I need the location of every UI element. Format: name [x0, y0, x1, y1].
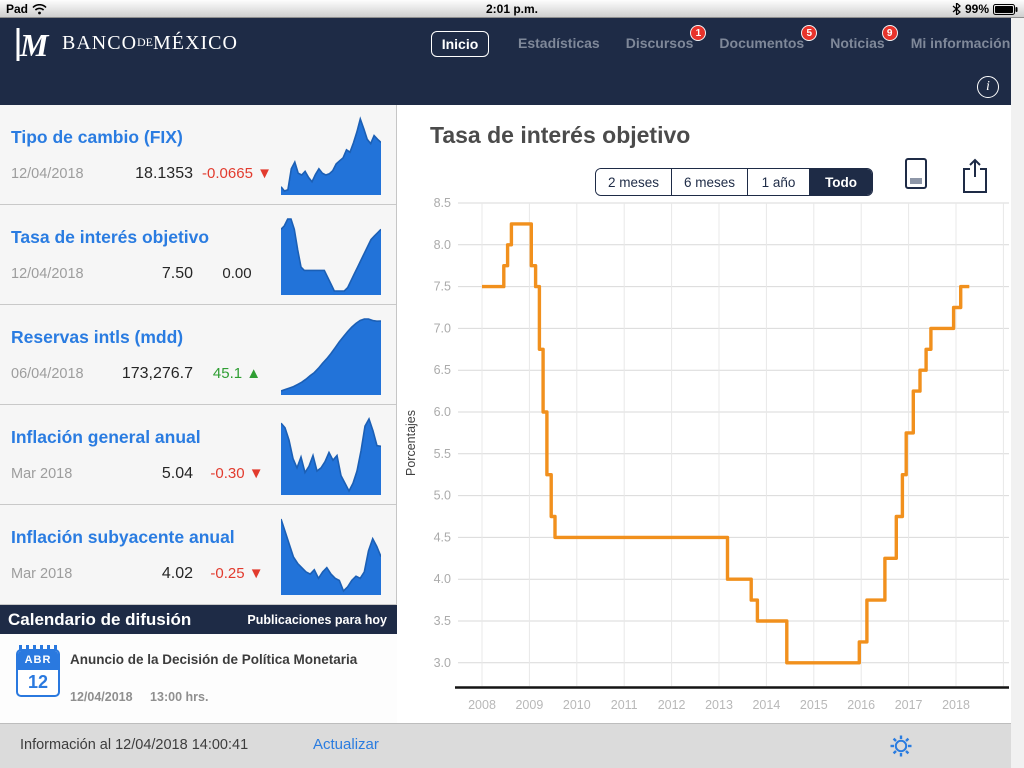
indicator-change: 0.00	[198, 265, 276, 282]
indicator-change: -0.0665 ▼	[198, 165, 276, 182]
indicators-sidebar: Tipo de cambio (FIX) 12/04/2018 18.1353 …	[0, 105, 397, 723]
refresh-link[interactable]: Actualizar	[313, 736, 379, 753]
nav-links: Estadísticas Discursos1 Documentos5 Noti…	[518, 18, 1010, 68]
indicator-date: Mar 2018	[11, 566, 72, 582]
calendar-month: ABR	[18, 651, 58, 670]
sparkline-chart	[281, 515, 381, 595]
svg-text:6.0: 6.0	[434, 405, 451, 419]
clock: 2:01 p.m.	[0, 2, 1024, 16]
svg-text:4.0: 4.0	[434, 572, 451, 586]
svg-text:2010: 2010	[563, 698, 591, 712]
svg-text:2018: 2018	[942, 698, 970, 712]
indicator-date: Mar 2018	[11, 466, 72, 482]
discursos-badge: 1	[690, 25, 706, 41]
last-updated-label: Información al 12/04/2018 14:00:41	[20, 737, 248, 753]
calendar-title: Calendario de difusión	[8, 610, 191, 630]
nav-item-documentos[interactable]: Documentos5	[719, 35, 804, 51]
indicator-date: 12/04/2018	[11, 266, 84, 282]
battery-percent: 99%	[965, 2, 989, 16]
svg-text:5.0: 5.0	[434, 489, 451, 503]
svg-text:7.5: 7.5	[434, 280, 451, 294]
calendar-event[interactable]: ABR 12 Anuncio de la Decisión de Polític…	[0, 634, 397, 723]
event-time: 13:00 hrs.	[150, 690, 208, 704]
top-nav: M BANCODEMÉXICO Inicio Estadísticas Disc…	[0, 18, 1011, 68]
card-tipo-de-cambio[interactable]: Tipo de cambio (FIX) 12/04/2018 18.1353 …	[0, 105, 396, 205]
svg-text:7.0: 7.0	[434, 321, 451, 335]
svg-text:M: M	[19, 27, 50, 63]
svg-text:2014: 2014	[752, 698, 780, 712]
banxico-app: Pad 2:01 p.m. 99% M	[0, 0, 1024, 768]
svg-text:2015: 2015	[800, 698, 828, 712]
event-date: 12/04/2018	[70, 690, 133, 704]
footer-bar: Información al 12/04/2018 14:00:41 Actua…	[0, 723, 1011, 768]
indicator-title: Tipo de cambio (FIX)	[11, 127, 183, 148]
calendar-day: 12	[18, 670, 58, 695]
banxico-monogram-icon: M	[14, 23, 52, 63]
svg-text:4.5: 4.5	[434, 530, 451, 544]
settings-gear-icon[interactable]	[889, 734, 913, 758]
battery-icon	[993, 4, 1018, 15]
svg-text:2013: 2013	[705, 698, 733, 712]
event-title: Anuncio de la Decisión de Política Monet…	[70, 652, 380, 667]
card-inflacion-general[interactable]: Inflación general anual Mar 2018 5.04 -0…	[0, 405, 396, 505]
calendar-subtitle: Publicaciones para hoy	[247, 613, 387, 627]
svg-text:8.5: 8.5	[434, 196, 451, 210]
indicator-change: -0.25 ▼	[198, 565, 276, 582]
chart-title: Tasa de interés objetivo	[430, 122, 690, 149]
nav-item-discursos[interactable]: Discursos1	[626, 35, 694, 51]
banxico-logo[interactable]: M BANCODEMÉXICO	[14, 23, 238, 63]
svg-text:2009: 2009	[515, 698, 543, 712]
svg-text:Porcentajes: Porcentajes	[404, 410, 418, 476]
svg-text:6.5: 6.5	[434, 363, 451, 377]
indicator-date: 12/04/2018	[11, 166, 84, 182]
svg-text:8.0: 8.0	[434, 238, 451, 252]
indicator-value: 4.02	[108, 565, 193, 583]
sparkline-chart	[281, 115, 381, 195]
indicator-date: 06/04/2018	[11, 366, 84, 382]
indicator-title: Inflación general anual	[11, 427, 201, 448]
indicator-title: Tasa de interés objetivo	[11, 227, 209, 248]
main-chart: 3.0 3.5 4.0 4.5 5.0 5.5 6.0 6.5 7.0 7.5 8.0 8.5 2008…	[398, 190, 1011, 723]
sparkline-chart	[281, 415, 381, 495]
indicator-title: Reservas intls (mdd)	[11, 327, 183, 348]
sparkline-chart	[281, 215, 381, 295]
card-tasa-objetivo[interactable]: Tasa de interés objetivo 12/04/2018 7.50…	[0, 205, 396, 305]
indicator-value: 7.50	[108, 265, 193, 283]
calendar-header: Calendario de difusión Publicaciones par…	[0, 605, 397, 634]
banxico-wordmark: BANCODEMÉXICO	[62, 32, 238, 55]
share-icon[interactable]	[961, 157, 989, 194]
card-reservas[interactable]: Reservas intls (mdd) 06/04/2018 173,276.…	[0, 305, 396, 405]
svg-text:2016: 2016	[847, 698, 875, 712]
nav-item-mi-informacion[interactable]: Mi información	[911, 35, 1011, 51]
event-meta: 12/04/2018 13:00 hrs.	[70, 690, 222, 704]
nav-item-noticias[interactable]: Noticias9	[830, 35, 884, 51]
noticias-badge: 9	[882, 25, 898, 41]
indicator-value: 173,276.7	[108, 365, 193, 383]
svg-text:2011: 2011	[611, 698, 638, 712]
sub-nav-band: i	[0, 68, 1011, 105]
svg-text:3.0: 3.0	[434, 656, 451, 670]
indicator-value: 5.04	[108, 465, 193, 483]
svg-text:2012: 2012	[658, 698, 686, 712]
nav-inicio-button[interactable]: Inicio	[431, 31, 489, 57]
right-margin-strip	[1011, 18, 1024, 768]
svg-text:5.5: 5.5	[434, 447, 451, 461]
card-inflacion-subyacente[interactable]: Inflación subyacente anual Mar 2018 4.02…	[0, 505, 396, 605]
indicator-title: Inflación subyacente anual	[11, 527, 235, 548]
documentos-badge: 5	[801, 25, 817, 41]
document-icon[interactable]	[903, 157, 929, 191]
bluetooth-icon	[952, 3, 961, 15]
nav-item-estadisticas[interactable]: Estadísticas	[518, 35, 600, 51]
svg-text:2017: 2017	[895, 698, 923, 712]
info-icon[interactable]: i	[977, 76, 999, 98]
status-bar: Pad 2:01 p.m. 99%	[0, 0, 1024, 18]
svg-text:2008: 2008	[468, 698, 496, 712]
indicator-change: -0.30 ▼	[198, 465, 276, 482]
sparkline-chart	[281, 315, 381, 395]
indicator-change: 45.1 ▲	[198, 365, 276, 382]
calendar-date-icon: ABR 12	[16, 649, 60, 697]
indicator-value: 18.1353	[108, 165, 193, 183]
svg-text:3.5: 3.5	[434, 614, 451, 628]
chart-panel: Tasa de interés objetivo 2 meses 6 meses…	[398, 105, 1011, 723]
